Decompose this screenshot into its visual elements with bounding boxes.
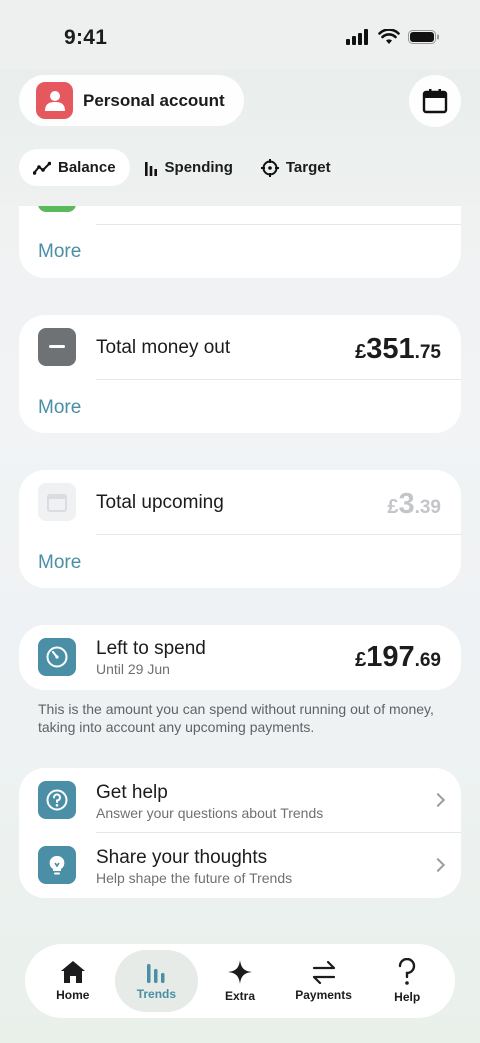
status-icons: [346, 29, 440, 45]
header: Personal account Balance Spending Target: [0, 70, 480, 206]
bar-chart-icon: [144, 161, 157, 176]
signal-icon: [346, 29, 368, 45]
nav-label: Payments: [295, 988, 352, 1002]
more-link[interactable]: More: [38, 397, 81, 419]
lightbulb-icon: [38, 846, 76, 884]
account-label: Personal account: [83, 90, 225, 110]
money-out-amount: £351.75: [355, 333, 441, 365]
get-help-subtitle: Answer your questions about Trends: [96, 805, 324, 821]
sparkle-icon: [227, 960, 252, 984]
speedometer-icon: [38, 638, 76, 676]
left-to-spend-card[interactable]: Left to spend Until 29 Jun £197.69: [19, 625, 461, 690]
category-icon: [38, 206, 76, 212]
tab-spending[interactable]: Spending: [130, 149, 247, 186]
nav-help[interactable]: Help: [365, 950, 449, 1012]
get-help-row[interactable]: Get help Answer your questions about Tre…: [19, 768, 461, 833]
line-chart-icon: [33, 161, 51, 175]
home-icon: [60, 961, 85, 983]
view-tabs: Balance Spending Target: [19, 149, 345, 186]
account-switcher[interactable]: Personal account: [19, 75, 244, 126]
upcoming-title: Total upcoming: [96, 492, 224, 513]
left-to-spend-note: This is the amount you can spend without…: [38, 701, 434, 735]
divider: [96, 534, 461, 535]
calendar-icon: [422, 89, 448, 114]
share-thoughts-subtitle: Help shape the future of Trends: [96, 870, 293, 886]
more-link[interactable]: More: [38, 241, 81, 263]
tab-target[interactable]: Target: [247, 149, 345, 186]
left-to-spend-title: Left to spend: [96, 638, 206, 659]
more-link[interactable]: More: [38, 552, 81, 574]
divider: [96, 224, 461, 225]
nav-label: Help: [394, 990, 421, 1004]
battery-icon: [408, 30, 439, 44]
tab-label: Target: [285, 159, 331, 176]
money-out-title: Total money out: [96, 337, 231, 358]
get-help-title: Get help: [96, 782, 168, 803]
calendar-icon: [38, 483, 76, 521]
person-icon: [36, 82, 73, 119]
left-to-spend-date: Until 29 Jun: [96, 661, 170, 677]
nav-trends[interactable]: Trends: [114, 950, 199, 1012]
minus-icon: [38, 328, 76, 366]
question-circle-icon: [38, 781, 76, 819]
nav-payments[interactable]: Payments: [282, 950, 366, 1012]
transfer-icon: [312, 960, 335, 984]
trends-icon: [147, 964, 165, 983]
nav-label: Home: [56, 988, 90, 1002]
upcoming-card[interactable]: Total upcoming £3.39 More: [19, 470, 461, 588]
nav-extra[interactable]: Extra: [198, 950, 282, 1012]
partial-card: More: [19, 206, 461, 278]
calendar-button[interactable]: [409, 75, 461, 127]
trends-content[interactable]: More Total money out £351.75 More Total …: [19, 206, 461, 943]
status-time: 9:41: [64, 26, 108, 49]
share-thoughts-row[interactable]: Share your thoughts Help shape the futur…: [19, 833, 461, 898]
help-card: Get help Answer your questions about Tre…: [19, 768, 461, 898]
chevron-right-icon: [430, 857, 446, 873]
status-bar: 9:41: [0, 0, 480, 70]
bottom-nav: Home Trends Extra Payments Help: [25, 944, 455, 1018]
money-out-card[interactable]: Total money out £351.75 More: [19, 315, 461, 433]
tab-label: Spending: [164, 159, 233, 176]
question-icon: [398, 958, 416, 985]
target-icon: [260, 158, 279, 177]
divider: [96, 379, 461, 380]
left-to-spend-amount: £197.69: [355, 641, 441, 673]
nav-label: Trends: [136, 987, 177, 1001]
chevron-right-icon: [430, 792, 446, 808]
nav-label: Extra: [224, 989, 255, 1003]
share-thoughts-title: Share your thoughts: [96, 847, 268, 868]
wifi-icon: [378, 29, 400, 44]
nav-home[interactable]: Home: [31, 950, 115, 1012]
upcoming-amount: £3.39: [387, 488, 441, 520]
tab-label: Balance: [58, 159, 116, 176]
tab-balance[interactable]: Balance: [19, 149, 130, 186]
